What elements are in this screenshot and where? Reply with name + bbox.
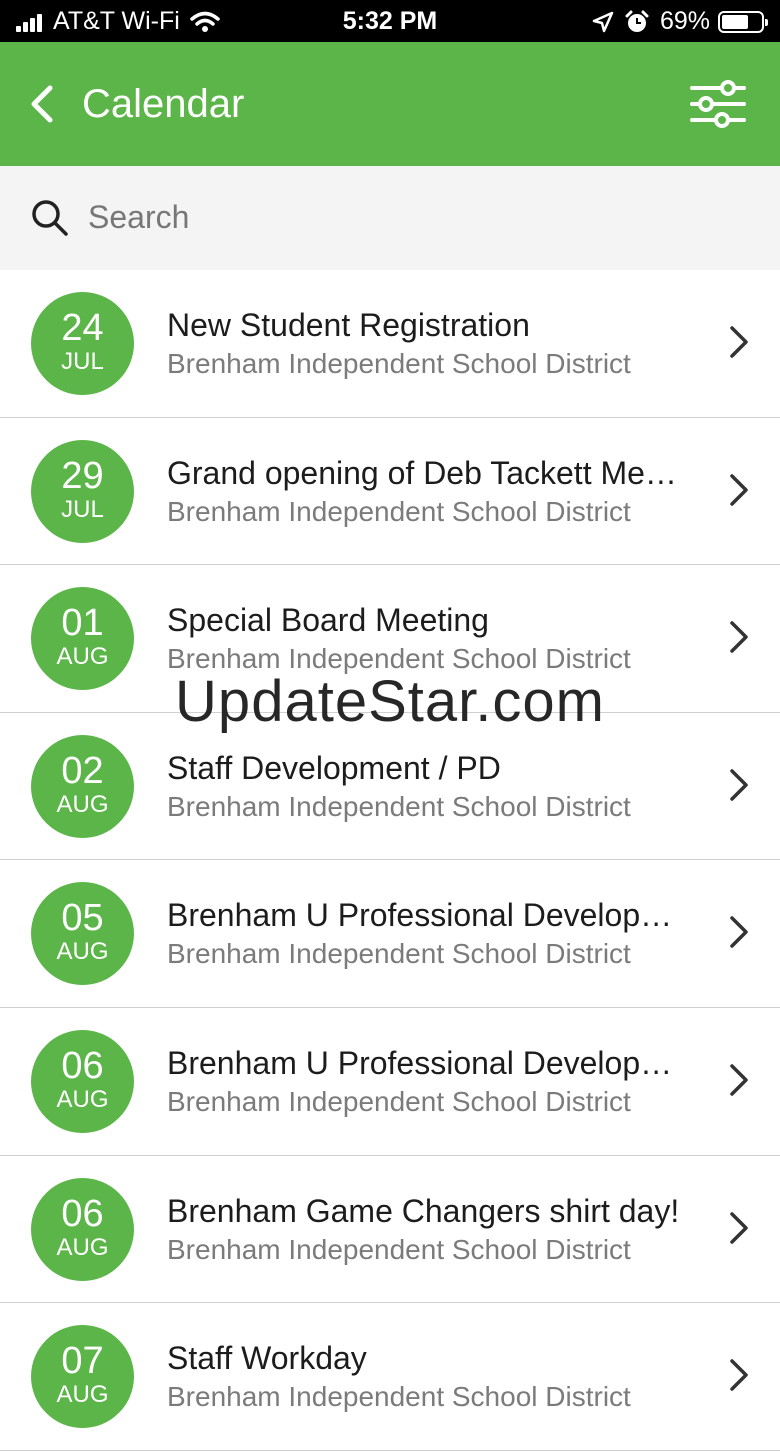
date-day: 06: [61, 1044, 104, 1087]
event-title: Brenham U Professional Developm…: [167, 1044, 697, 1081]
date-badge: 29 JUL: [31, 439, 134, 543]
date-badge: 06 AUG: [31, 1177, 134, 1281]
date-badge: 07 AUG: [31, 1325, 134, 1429]
event-subtitle: Brenham Independent School District: [167, 1381, 631, 1413]
event-subtitle: Brenham Independent School District: [167, 1233, 631, 1265]
search-icon: [32, 200, 68, 236]
event-title: Grand opening of Deb Tackett Me…: [167, 454, 677, 491]
date-month: AUG: [56, 1381, 109, 1409]
event-title: Staff Workday: [167, 1340, 367, 1377]
event-title: Special Board Meeting: [167, 602, 489, 639]
page-title: Calendar: [82, 82, 245, 126]
status-bar: AT&T Wi-Fi 5:32 PM 69%: [0, 0, 780, 42]
date-month: AUG: [56, 938, 109, 966]
chevron-right-icon: [730, 1359, 748, 1391]
date-badge: 06 AUG: [31, 1029, 134, 1133]
search-bar: [0, 166, 780, 270]
watermark: UpdateStar.com: [175, 669, 605, 734]
event-title: Brenham U Professional Developm…: [167, 897, 697, 934]
date-day: 24: [61, 307, 104, 349]
date-month: AUG: [56, 1085, 109, 1113]
date-month: JUL: [61, 495, 104, 523]
battery-icon: [718, 10, 768, 33]
event-row[interactable]: 24 JUL New Student Registration Brenham …: [0, 270, 780, 418]
date-day: 07: [61, 1340, 104, 1383]
chevron-right-icon: [730, 1064, 748, 1096]
event-row[interactable]: 06 AUG Brenham Game Changers shirt day! …: [0, 1155, 780, 1304]
chevron-right-icon: [730, 916, 748, 949]
event-title: New Student Registration: [167, 307, 530, 343]
date-day: 06: [61, 1192, 104, 1235]
chevron-right-icon: [730, 621, 748, 653]
event-subtitle: Brenham Independent School District: [167, 1085, 631, 1117]
battery-percent: 69%: [659, 7, 710, 35]
back-chevron-icon[interactable]: [26, 82, 66, 126]
status-right: 69%: [592, 7, 768, 36]
chevron-right-icon: [730, 769, 748, 801]
date-badge: 05 AUG: [31, 882, 134, 986]
date-badge: 02 AUG: [31, 734, 134, 838]
event-subtitle: Brenham Independent School District: [167, 348, 631, 379]
date-month: AUG: [56, 790, 109, 818]
date-month: JUL: [61, 348, 104, 375]
chevron-right-icon: [730, 326, 748, 358]
chevron-right-icon: [730, 473, 748, 506]
filter-sliders-icon[interactable]: [690, 80, 746, 128]
search-input[interactable]: [88, 194, 728, 240]
location-arrow-icon: [592, 11, 614, 32]
date-month: AUG: [56, 1233, 109, 1261]
date-day: 29: [61, 454, 104, 497]
event-title: Brenham Game Changers shirt day!: [167, 1192, 680, 1229]
event-row[interactable]: 07 AUG Staff Workday Brenham Independent…: [0, 1303, 780, 1451]
event-subtitle: Brenham Independent School District: [167, 790, 631, 822]
date-day: 02: [61, 749, 104, 792]
event-title: Staff Development / PD: [167, 749, 501, 786]
date-badge: 24 JUL: [31, 292, 134, 395]
chevron-right-icon: [730, 1211, 748, 1244]
event-list: 24 JUL New Student Registration Brenham …: [0, 270, 780, 1451]
alarm-icon: [625, 10, 649, 32]
nav-bar: Calendar: [0, 42, 780, 166]
date-month: AUG: [56, 643, 109, 671]
event-row[interactable]: 29 JUL Grand opening of Deb Tackett Me… …: [0, 417, 780, 566]
event-subtitle: Brenham Independent School District: [167, 495, 631, 527]
date-day: 05: [61, 897, 104, 940]
event-row[interactable]: 06 AUG Brenham U Professional Developm… …: [0, 1007, 780, 1156]
event-row[interactable]: 05 AUG Brenham U Professional Developm… …: [0, 860, 780, 1008]
event-subtitle: Brenham Independent School District: [167, 938, 631, 970]
date-day: 01: [61, 602, 104, 645]
